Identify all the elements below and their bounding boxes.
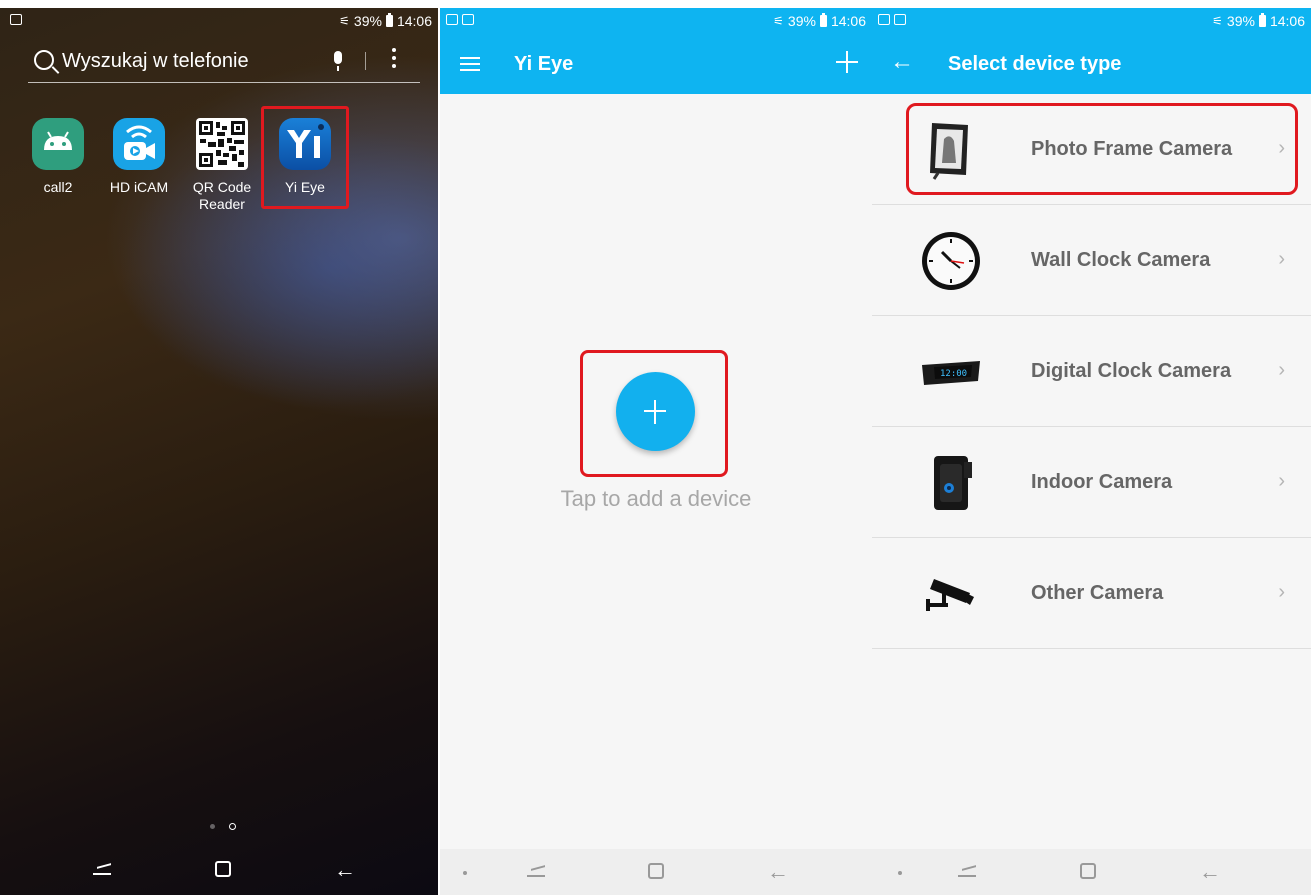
chevron-right-icon: › bbox=[1278, 248, 1285, 270]
empty-state-text: Tap to add a device bbox=[560, 486, 752, 511]
status-bar: ⚟ 39% 14:06 bbox=[872, 8, 1311, 35]
status-bar: ⚟ 39% 14:06 bbox=[440, 8, 872, 35]
clock: 14:06 bbox=[830, 13, 866, 29]
clock: 14:06 bbox=[1269, 13, 1305, 29]
notification-image-icon bbox=[462, 14, 474, 25]
menu-icon[interactable] bbox=[460, 57, 480, 71]
yi-eye-screen: ⚟ 39% 14:06 Yi Eye Tap to add a device ← bbox=[440, 8, 872, 895]
phone-search-bar[interactable]: Wyszukaj w telefonie bbox=[28, 36, 420, 83]
battery-icon bbox=[819, 13, 827, 27]
navigation-bar: ← bbox=[872, 849, 1311, 895]
wall-clock-camera-icon bbox=[920, 230, 982, 292]
device-type-label: Indoor Camera bbox=[1031, 471, 1173, 493]
app-bar: Yi Eye bbox=[440, 35, 872, 94]
add-icon[interactable] bbox=[836, 51, 858, 73]
home-icon[interactable] bbox=[215, 861, 231, 877]
device-type-other-camera[interactable]: Other Camera › bbox=[872, 538, 1311, 649]
clock-display-text: 12:00 bbox=[940, 369, 967, 379]
battery-percent: 39% bbox=[787, 13, 816, 29]
device-type-digital-clock-camera[interactable]: 12:00 Digital Clock Camera › bbox=[872, 316, 1311, 427]
wifi-camera-icon bbox=[113, 118, 165, 170]
android-icon bbox=[32, 118, 84, 170]
battery-icon bbox=[1258, 13, 1266, 27]
status-bar: ⚟ 39% 14:06 bbox=[0, 8, 438, 35]
back-icon[interactable]: ← bbox=[334, 857, 356, 883]
battery-percent: 39% bbox=[353, 13, 382, 29]
device-type-label: Wall Clock Camera bbox=[1031, 249, 1211, 271]
wifi-signal-icon: ⚟ bbox=[773, 14, 784, 28]
highlight-box bbox=[261, 106, 349, 209]
back-arrow-icon[interactable]: ← bbox=[890, 50, 914, 74]
recent-apps-icon[interactable] bbox=[527, 864, 545, 878]
microphone-icon[interactable] bbox=[334, 51, 342, 71]
qr-code-icon bbox=[196, 118, 248, 170]
home-icon[interactable] bbox=[1080, 863, 1096, 879]
highlight-box bbox=[580, 350, 728, 477]
nav-dot bbox=[898, 871, 902, 875]
back-icon[interactable]: ← bbox=[1199, 859, 1221, 885]
chevron-right-icon: › bbox=[1278, 581, 1285, 603]
device-type-indoor-camera[interactable]: Indoor Camera › bbox=[872, 427, 1311, 538]
digital-clock-camera-icon: 12:00 bbox=[920, 341, 982, 403]
navigation-bar: ← bbox=[440, 849, 872, 895]
notification-image-icon bbox=[10, 14, 22, 25]
app-label: HD iCAM bbox=[109, 179, 169, 195]
highlight-box bbox=[906, 103, 1298, 195]
gallery-notification-icon bbox=[878, 14, 890, 25]
select-device-type-screen: ⚟ 39% 14:06 ← Select device type Photo F… bbox=[872, 8, 1311, 895]
nav-dot bbox=[463, 871, 467, 875]
gallery-notification-icon bbox=[446, 14, 458, 25]
more-options-icon[interactable] bbox=[392, 48, 396, 70]
app-hd-icam[interactable]: HD iCAM bbox=[104, 118, 174, 196]
device-type-wall-clock-camera[interactable]: Wall Clock Camera › bbox=[872, 205, 1311, 316]
back-icon[interactable]: ← bbox=[767, 859, 789, 885]
launcher-screen: ⚟ 39% 14:06 Wyszukaj w telefonie call2 H… bbox=[0, 8, 438, 895]
search-input[interactable]: Wyszukaj w telefonie bbox=[62, 50, 249, 73]
app-call2[interactable]: call2 bbox=[23, 118, 93, 196]
cctv-camera-icon bbox=[920, 563, 982, 625]
chevron-right-icon: › bbox=[1278, 359, 1285, 381]
wifi-signal-icon: ⚟ bbox=[339, 14, 350, 28]
page-title: Select device type bbox=[948, 53, 1122, 75]
chevron-right-icon: › bbox=[1278, 470, 1285, 492]
app-label: QR Code Reader bbox=[192, 179, 252, 212]
wifi-signal-icon: ⚟ bbox=[1212, 14, 1223, 28]
indoor-camera-icon bbox=[920, 452, 982, 514]
notification-image-icon bbox=[894, 14, 906, 25]
navigation-bar: ← bbox=[0, 847, 438, 895]
app-bar: ← Select device type bbox=[872, 35, 1311, 94]
page-indicator bbox=[210, 823, 236, 830]
device-type-label: Digital Clock Camera bbox=[1031, 360, 1232, 382]
home-icon[interactable] bbox=[648, 863, 664, 879]
recent-apps-icon[interactable] bbox=[958, 864, 976, 878]
battery-percent: 39% bbox=[1226, 13, 1255, 29]
search-icon bbox=[34, 50, 54, 70]
page-title: Yi Eye bbox=[514, 53, 574, 75]
app-label: call2 bbox=[43, 179, 73, 195]
clock: 14:06 bbox=[396, 13, 432, 29]
app-qr-code-reader[interactable]: QR Code Reader bbox=[187, 118, 257, 213]
recent-apps-icon[interactable] bbox=[93, 862, 111, 876]
device-type-label: Other Camera bbox=[1031, 582, 1164, 604]
battery-icon bbox=[385, 13, 393, 27]
divider bbox=[365, 52, 366, 70]
